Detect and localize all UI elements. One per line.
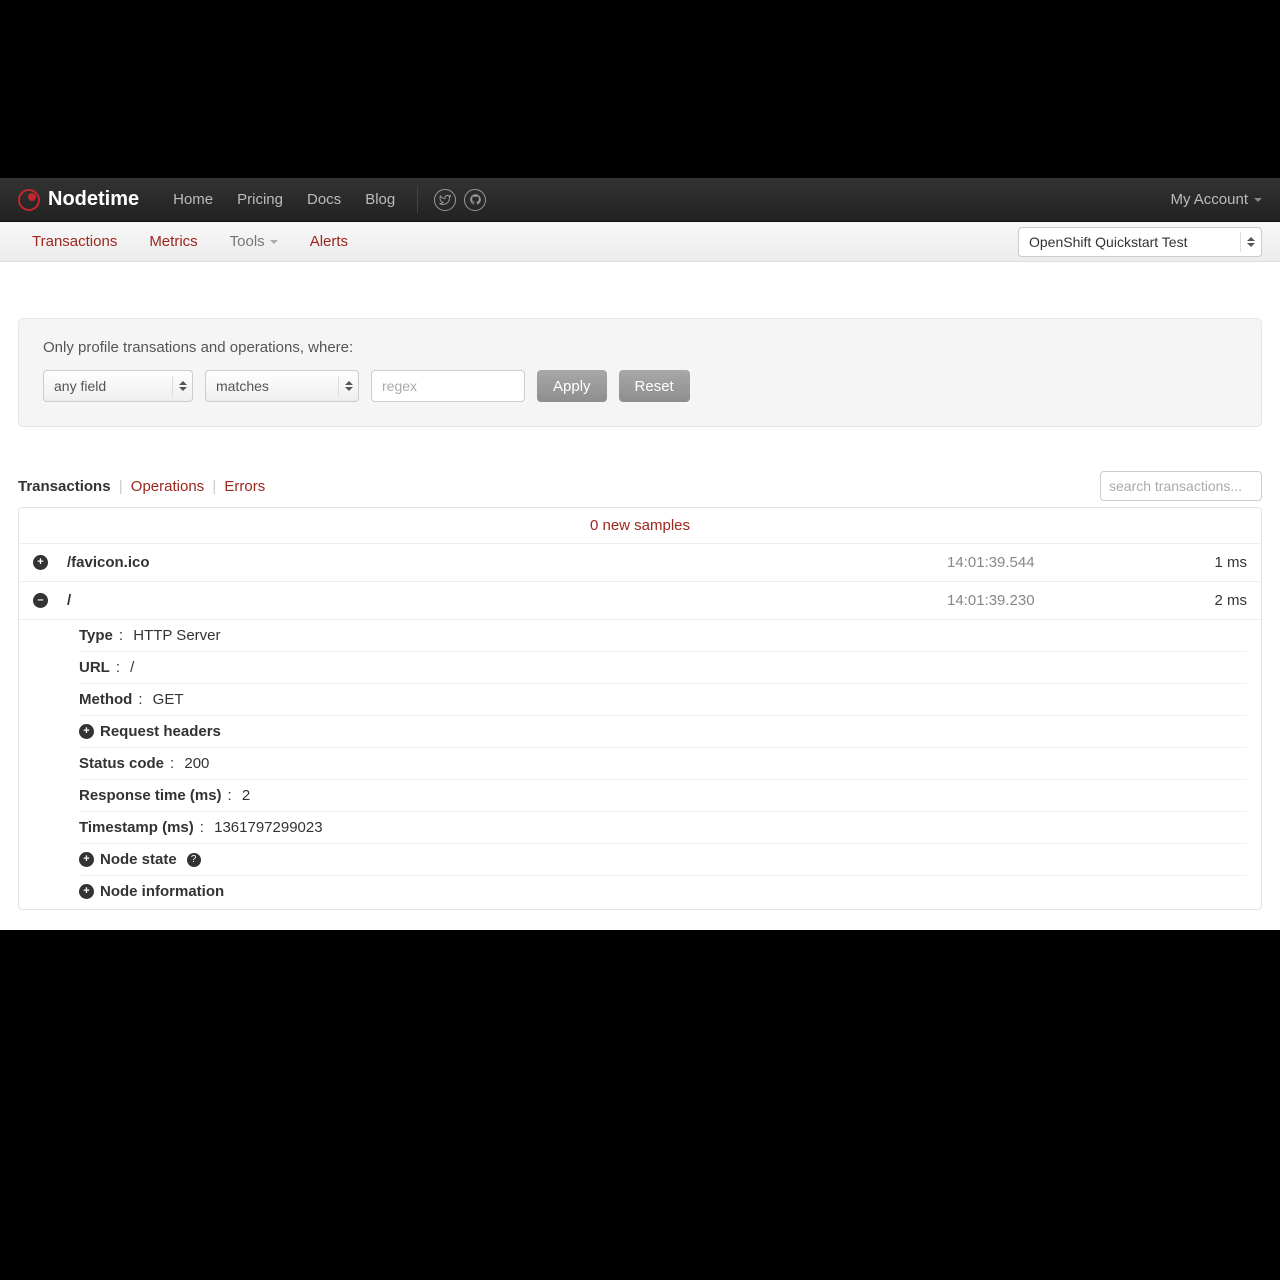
- nav-blog[interactable]: Blog: [353, 191, 407, 208]
- help-icon[interactable]: ?: [187, 853, 201, 867]
- row-time: 14:01:39.544: [947, 554, 1147, 571]
- search-input[interactable]: [1100, 471, 1262, 501]
- filter-field-value: any field: [54, 378, 106, 394]
- subnav-tools[interactable]: Tools: [216, 223, 292, 260]
- account-label: My Account: [1170, 191, 1248, 208]
- filter-panel: Only profile transations and operations,…: [18, 318, 1262, 427]
- twitter-icon[interactable]: [434, 189, 456, 211]
- detail-url: URL: /: [79, 652, 1247, 684]
- sub-navbar: Transactions Metrics Tools Alerts OpenSh…: [0, 222, 1280, 262]
- row-time: 14:01:39.230: [947, 592, 1147, 609]
- apply-button[interactable]: Apply: [537, 370, 607, 402]
- row-duration: 1 ms: [1147, 554, 1247, 571]
- minus-icon: –: [33, 593, 48, 608]
- brand-text: Nodetime: [48, 188, 139, 211]
- table-row[interactable]: + /favicon.ico 14:01:39.544 1 ms: [19, 544, 1261, 582]
- row-path: /favicon.ico: [67, 554, 947, 571]
- nav-home[interactable]: Home: [161, 191, 225, 208]
- detail-node-state[interactable]: + Node state ?: [79, 844, 1247, 876]
- chevron-down-icon: [270, 240, 278, 244]
- select-arrows-icon: [172, 376, 187, 396]
- view-tabs: Transactions | Operations | Errors: [18, 478, 265, 495]
- tab-operations[interactable]: Operations: [131, 478, 204, 495]
- plus-icon: +: [33, 555, 48, 570]
- new-samples-bar[interactable]: 0 new samples: [19, 508, 1261, 544]
- plus-icon: +: [79, 884, 94, 899]
- brand[interactable]: Nodetime: [18, 188, 139, 211]
- nav-docs[interactable]: Docs: [295, 191, 353, 208]
- expand-toggle[interactable]: +: [33, 555, 67, 570]
- select-arrows-icon: [338, 376, 353, 396]
- detail-method: Method: GET: [79, 684, 1247, 716]
- nav-separator: [417, 187, 418, 213]
- plus-icon: +: [79, 724, 94, 739]
- filter-field-select[interactable]: any field: [43, 370, 193, 402]
- project-select-value: OpenShift Quickstart Test: [1029, 234, 1187, 250]
- detail-request-headers[interactable]: + Request headers: [79, 716, 1247, 748]
- tab-errors[interactable]: Errors: [224, 478, 265, 495]
- filter-title: Only profile transations and operations,…: [43, 339, 1237, 356]
- tab-transactions[interactable]: Transactions: [18, 478, 111, 495]
- plus-icon: +: [79, 852, 94, 867]
- top-navbar: Nodetime Home Pricing Docs Blog My Accou…: [0, 178, 1280, 222]
- filter-regex-input[interactable]: [371, 370, 525, 402]
- subnav-alerts[interactable]: Alerts: [296, 223, 362, 260]
- collapse-toggle[interactable]: –: [33, 593, 67, 608]
- detail-type: Type: HTTP Server: [79, 620, 1247, 652]
- filter-op-select[interactable]: matches: [205, 370, 359, 402]
- subnav-tools-label: Tools: [230, 233, 265, 250]
- detail-node-info[interactable]: + Node information: [79, 876, 1247, 907]
- chevron-down-icon: [1254, 198, 1262, 202]
- filter-op-value: matches: [216, 378, 269, 394]
- github-icon[interactable]: [464, 189, 486, 211]
- detail-timestamp: Timestamp (ms): 1361797299023: [79, 812, 1247, 844]
- project-select[interactable]: OpenShift Quickstart Test: [1018, 227, 1262, 257]
- table-row[interactable]: – / 14:01:39.230 2 ms: [19, 582, 1261, 620]
- nav-pricing[interactable]: Pricing: [225, 191, 295, 208]
- select-arrows-icon: [1240, 232, 1255, 252]
- subnav-metrics[interactable]: Metrics: [135, 223, 211, 260]
- row-duration: 2 ms: [1147, 592, 1247, 609]
- transactions-table: 0 new samples + /favicon.ico 14:01:39.54…: [18, 507, 1262, 910]
- row-details: Type: HTTP Server URL: / Method: GET + R…: [19, 620, 1261, 909]
- detail-response-time: Response time (ms): 2: [79, 780, 1247, 812]
- subnav-transactions[interactable]: Transactions: [18, 223, 131, 260]
- row-path: /: [67, 592, 947, 609]
- account-menu[interactable]: My Account: [1170, 191, 1262, 208]
- brand-icon: [18, 189, 40, 211]
- reset-button[interactable]: Reset: [619, 370, 690, 402]
- detail-status: Status code: 200: [79, 748, 1247, 780]
